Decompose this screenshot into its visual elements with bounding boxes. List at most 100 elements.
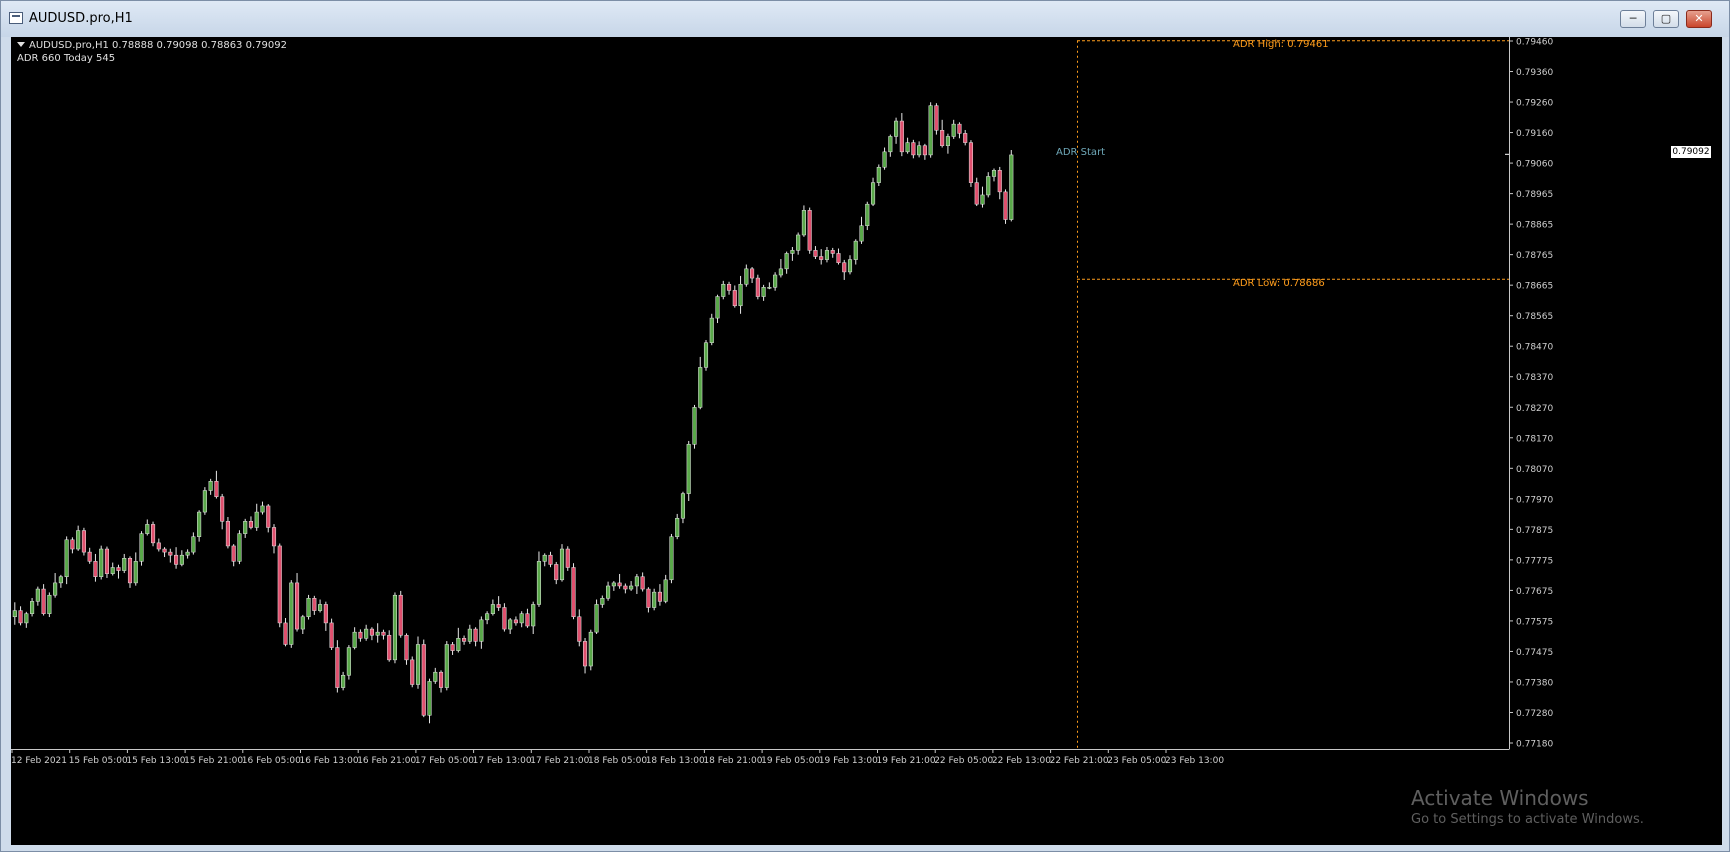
bull-candle xyxy=(364,628,369,639)
time-tick-label: 22 Feb 21:00 xyxy=(1050,756,1109,766)
bear-candle xyxy=(922,145,927,156)
bear-candle xyxy=(323,604,328,624)
activation-watermark-title: Activate Windows xyxy=(1411,786,1589,810)
bear-candle xyxy=(548,554,553,565)
bull-candle xyxy=(179,554,184,565)
price-tick-label: 0.77280 xyxy=(1516,709,1553,719)
bear-candle xyxy=(750,268,755,279)
bull-candle xyxy=(951,123,956,137)
bear-candle xyxy=(525,613,530,627)
bull-candle xyxy=(744,268,749,285)
price-tick-label: 0.78270 xyxy=(1516,404,1553,414)
bear-candle xyxy=(957,123,962,134)
price-tick-label: 0.78665 xyxy=(1516,282,1553,292)
bear-candle xyxy=(421,644,426,716)
bear-candle xyxy=(911,142,916,156)
price-tick-label: 0.77475 xyxy=(1516,648,1553,658)
bear-candle xyxy=(329,622,334,648)
bull-candle xyxy=(24,613,29,624)
bull-candle xyxy=(1009,154,1014,220)
bull-candle xyxy=(703,342,709,368)
bear-candle xyxy=(646,588,651,608)
bull-candle xyxy=(721,283,726,297)
bull-candle xyxy=(669,536,674,581)
window-title: AUDUSD.pro,H1 xyxy=(29,11,133,26)
bull-candle xyxy=(47,594,52,614)
bear-candle xyxy=(842,262,847,273)
price-chart[interactable]: 0.79460 0.79360 0.79260 0.79160 0.79060 0.789… xyxy=(11,37,1722,845)
bear-candle xyxy=(116,567,121,571)
bull-candle xyxy=(35,588,40,602)
bull-candle xyxy=(427,681,432,716)
bull-candle xyxy=(375,631,380,636)
bear-candle xyxy=(156,542,161,550)
time-tick-label: 15 Feb 13:00 xyxy=(126,756,185,766)
bear-candle xyxy=(381,631,386,636)
bear-candle xyxy=(335,647,340,688)
bear-candle xyxy=(81,530,86,553)
bull-candle xyxy=(58,576,63,584)
bull-candle xyxy=(30,601,35,614)
bull-candle xyxy=(243,521,248,534)
bear-candle xyxy=(623,585,628,590)
bull-candle xyxy=(191,536,196,553)
collapse-arrow-icon[interactable] xyxy=(17,42,25,47)
bear-candle xyxy=(225,521,230,547)
chart-canvas[interactable]: 0.79460 0.79360 0.79260 0.79160 0.79060 0.789… xyxy=(11,37,1722,845)
bear-candle xyxy=(358,631,363,639)
bear-candle xyxy=(220,496,225,522)
time-tick-label: 17 Feb 13:00 xyxy=(473,756,532,766)
price-tick-label: 0.79260 xyxy=(1516,99,1553,109)
bull-candle xyxy=(709,317,714,343)
bull-candle xyxy=(715,296,720,319)
price-tick-label: 0.78565 xyxy=(1516,312,1553,322)
bear-candle xyxy=(755,277,760,297)
bull-candle xyxy=(519,613,524,624)
bull-candle xyxy=(110,567,115,574)
price-tick-label: 0.77775 xyxy=(1516,556,1553,566)
bull-candle xyxy=(652,591,657,608)
bear-candle xyxy=(473,628,478,642)
bull-candle xyxy=(341,675,346,688)
activation-watermark-text: Go to Settings to activate Windows. xyxy=(1411,812,1644,827)
bull-candle xyxy=(594,604,599,633)
bull-candle xyxy=(876,166,881,183)
price-tick-label: 0.78965 xyxy=(1516,190,1553,200)
minimize-button[interactable]: ─ xyxy=(1620,10,1646,28)
bear-candle xyxy=(41,588,46,614)
bear-candle xyxy=(214,481,219,497)
bull-candle xyxy=(991,170,997,177)
bear-candle xyxy=(974,182,979,205)
bull-candle xyxy=(122,558,127,571)
bull-candle xyxy=(64,539,69,577)
time-tick-label: 15 Feb 05:00 xyxy=(69,756,128,766)
bear-candle xyxy=(162,548,167,553)
price-tick-label: 0.77575 xyxy=(1516,617,1553,627)
bull-candle xyxy=(882,151,887,168)
bull-candle xyxy=(761,287,766,297)
title-bar[interactable]: AUDUSD.pro,H1 ─ ▢ ✕ xyxy=(1,1,1729,37)
bear-candle xyxy=(496,604,501,608)
price-tick-label: 0.78170 xyxy=(1516,434,1553,444)
bear-candle xyxy=(940,130,945,146)
bull-candle xyxy=(53,582,58,596)
close-icon: ✕ xyxy=(1694,12,1704,25)
bull-candle xyxy=(824,250,830,260)
bull-candle xyxy=(629,585,634,590)
bear-candle xyxy=(571,567,576,618)
maximize-button[interactable]: ▢ xyxy=(1653,10,1679,28)
price-tick-label: 0.78070 xyxy=(1516,465,1553,475)
bear-candle xyxy=(997,170,1002,193)
price-tick-label: 0.77380 xyxy=(1516,678,1553,688)
bull-candle xyxy=(352,631,357,648)
close-button[interactable]: ✕ xyxy=(1686,10,1712,28)
time-tick-label: 18 Feb 05:00 xyxy=(588,756,647,766)
bear-candle xyxy=(87,551,92,562)
bull-candle xyxy=(208,481,213,491)
bear-candle xyxy=(312,598,317,611)
bull-candle xyxy=(859,225,864,242)
bear-candle xyxy=(150,524,156,544)
bear-candle xyxy=(271,527,277,547)
bear-candle xyxy=(640,576,645,590)
bull-candle xyxy=(865,203,870,226)
